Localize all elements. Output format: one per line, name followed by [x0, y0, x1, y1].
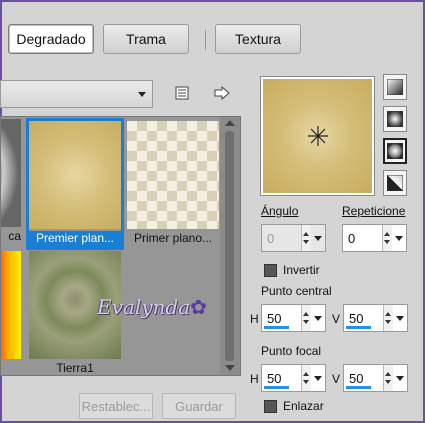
center-v-label: V [332, 312, 341, 326]
increment-icon[interactable] [303, 312, 309, 316]
value-bar [264, 326, 289, 329]
link-label: Enlazar [283, 399, 324, 413]
value-bar [346, 386, 371, 389]
focal-point-label: Punto focal [261, 344, 322, 358]
linear-style-button[interactable] [383, 74, 407, 100]
center-point-label: Punto central [261, 284, 332, 298]
gallery-item-label [1, 361, 21, 375]
focal-h-stepper[interactable]: 50 [261, 364, 326, 392]
sunburst-style-button[interactable] [383, 138, 407, 164]
watermark-text: Evalynda [97, 295, 191, 319]
gallery-item-label: Tierra1 [56, 361, 94, 375]
decrement-icon[interactable] [303, 380, 309, 384]
angle-value: 0 [267, 231, 275, 246]
reset-button[interactable]: Restablec... [79, 393, 153, 419]
center-h-stepper[interactable]: 50 [261, 304, 326, 332]
invert-checkbox[interactable] [264, 264, 277, 277]
tab-degradado[interactable]: Degradado [8, 24, 94, 54]
chevron-down-icon[interactable] [395, 236, 403, 241]
save-button[interactable]: Guardar [162, 393, 236, 419]
link-checkbox[interactable] [264, 400, 277, 413]
gradient-preview[interactable] [260, 76, 375, 196]
decrement-icon[interactable] [385, 320, 391, 324]
scroll-down-icon[interactable] [225, 365, 235, 371]
center-h-value: 50 [267, 311, 282, 326]
scroll-up-icon[interactable] [225, 120, 235, 126]
arrow-right-icon[interactable] [212, 83, 232, 103]
gallery-item[interactable] [1, 251, 21, 375]
gradient-dialog: Degradado Trama Textura ca Premier plan.… [0, 2, 423, 421]
focal-v-stepper[interactable]: 50 [343, 364, 408, 392]
chevron-down-icon[interactable] [314, 236, 322, 241]
corner-gradient-icon [387, 175, 403, 191]
center-h-label: H [250, 312, 259, 326]
gradient-thumbnail [29, 121, 121, 229]
tab-separator [205, 30, 206, 50]
decrement-icon[interactable] [385, 380, 391, 384]
decrement-icon[interactable] [303, 240, 309, 244]
increment-icon[interactable] [303, 232, 309, 236]
increment-icon[interactable] [385, 372, 391, 376]
tab-trama[interactable]: Trama [103, 24, 189, 54]
gallery-scrollbar[interactable] [220, 117, 240, 375]
focal-h-value: 50 [267, 371, 282, 386]
focal-h-label: H [250, 372, 259, 386]
linear-gradient-icon [387, 79, 403, 95]
chevron-down-icon[interactable] [396, 376, 404, 381]
gallery-item[interactable]: ca [1, 119, 21, 245]
angle-stepper[interactable]: 0 [261, 224, 326, 252]
gallery-item-label: ca [8, 229, 21, 243]
gallery-item[interactable]: Primer plano... [127, 121, 219, 247]
decrement-icon[interactable] [303, 320, 309, 324]
gallery-item-label: Premier plan... [29, 231, 121, 247]
focal-v-label: V [332, 372, 341, 386]
focal-v-value: 50 [349, 371, 364, 386]
center-v-value: 50 [349, 311, 364, 326]
increment-icon[interactable] [303, 372, 309, 376]
decrement-icon[interactable] [384, 240, 390, 244]
scrollbar-thumb[interactable] [225, 131, 234, 361]
tab-textura[interactable]: Textura [215, 24, 301, 54]
edit-list-icon[interactable] [172, 83, 192, 103]
chevron-down-icon [138, 92, 146, 97]
gradient-gallery: ca Premier plan... Primer plano... Tierr… [0, 116, 241, 376]
chevron-down-icon[interactable] [314, 316, 322, 321]
rectangular-gradient-icon [387, 111, 403, 127]
value-bar [346, 326, 371, 329]
increment-icon[interactable] [384, 232, 390, 236]
tab-bar: Degradado Trama Textura [2, 2, 423, 58]
increment-icon[interactable] [385, 312, 391, 316]
gradient-thumbnail [1, 251, 21, 359]
gallery-item-selected[interactable]: Premier plan... [26, 118, 124, 250]
chevron-down-icon[interactable] [314, 376, 322, 381]
rectangular-style-button[interactable] [383, 106, 407, 132]
gradient-thumbnail [127, 121, 219, 229]
angle-label: Ángulo [261, 204, 299, 218]
category-dropdown[interactable] [0, 80, 153, 108]
flower-icon: ✿ [190, 295, 207, 319]
radial-style-button[interactable] [383, 170, 407, 196]
gallery-item-label: Primer plano... [133, 231, 213, 245]
watermark-logo: Evalynda✿ [97, 295, 207, 319]
center-v-stepper[interactable]: 50 [343, 304, 408, 332]
repeats-stepper[interactable]: 0 [342, 224, 407, 252]
repeats-value: 0 [348, 231, 356, 246]
focal-point-icon [308, 126, 328, 146]
repeats-label: Repeticione [342, 204, 406, 218]
value-bar [264, 386, 289, 389]
radial-gradient-icon [387, 143, 403, 159]
gradient-thumbnail [1, 119, 21, 227]
invert-label: Invertir [283, 263, 320, 277]
chevron-down-icon[interactable] [396, 316, 404, 321]
